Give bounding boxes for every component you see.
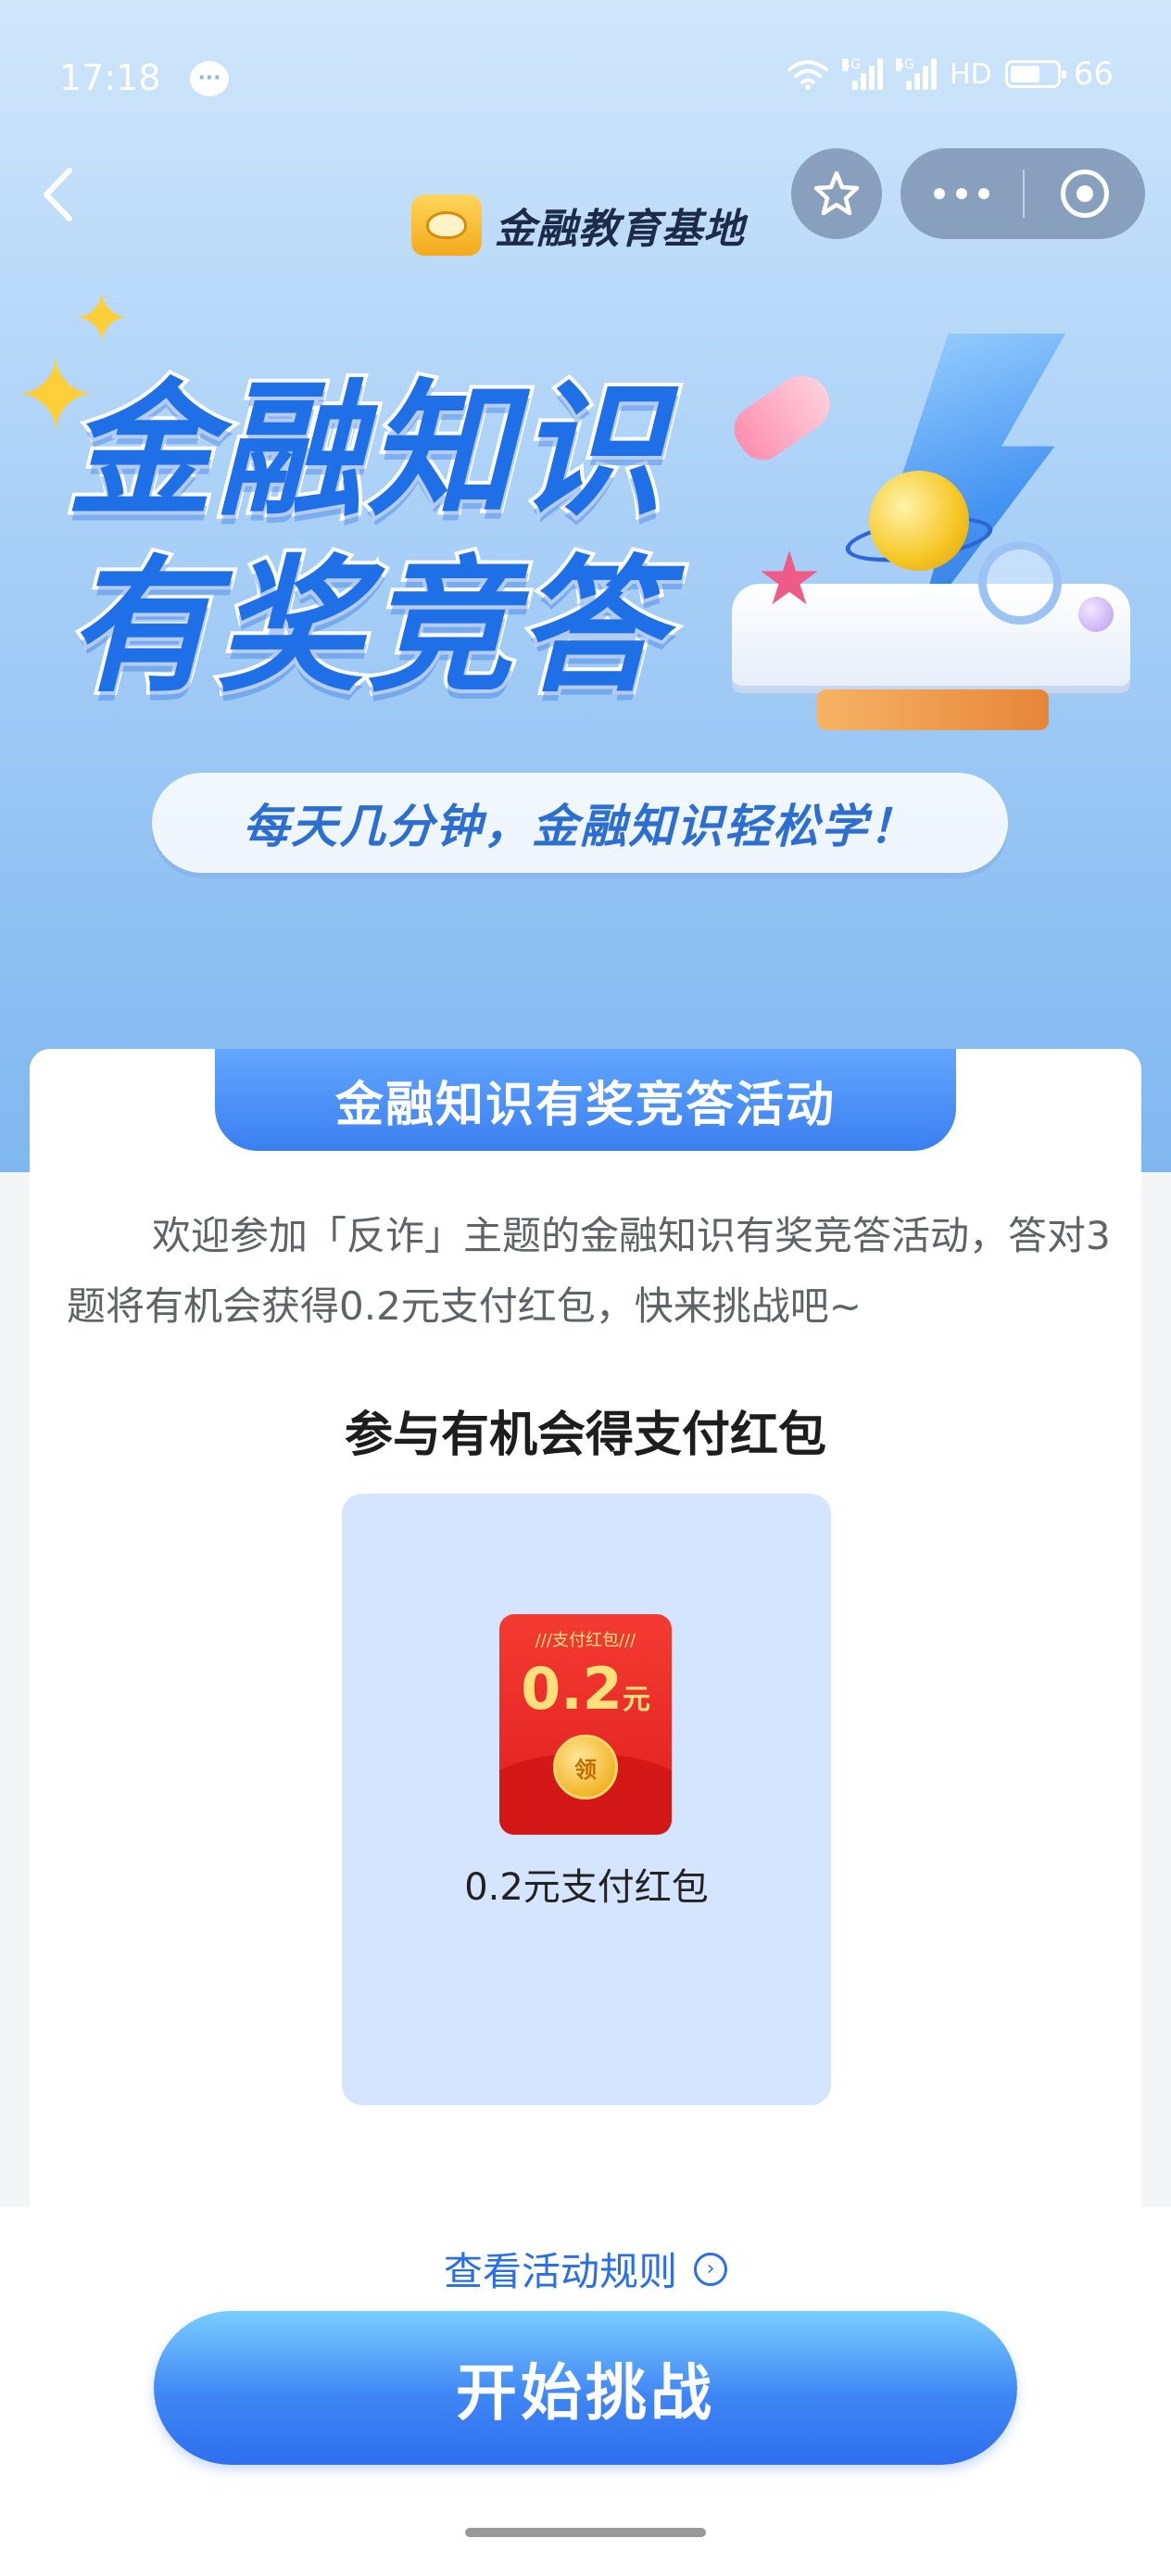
back-chevron-icon[interactable]: [28, 158, 93, 232]
activity-intro: 欢迎参加「反诈」主题的金融知识有奖竞答活动，答对3题将有机会获得0.2元支付红包…: [67, 1213, 1111, 1329]
favorite-button[interactable]: [791, 148, 882, 239]
hero-slogan: 每天几分钟，金融知识轻松学！: [152, 773, 1008, 873]
battery-level: 66: [1073, 56, 1114, 93]
signal-icon: 5G: [896, 57, 938, 90]
rocket-illustration: [724, 364, 841, 470]
status-indicators: 4G 5G HD 66: [787, 56, 1114, 93]
start-challenge-button[interactable]: 开始挑战: [154, 2311, 1017, 2465]
signal-2-label: 5G: [896, 57, 914, 72]
activity-card: 金融知识有奖竞答活动 欢迎参加「反诈」主题的金融知识有奖竞答活动，答对3题将有机…: [30, 1049, 1141, 2207]
star-icon: [813, 170, 860, 216]
bottom-bar: 查看活动规则 › 开始挑战: [0, 2207, 1171, 2576]
brand-logo-icon: [411, 195, 482, 256]
more-dots-icon[interactable]: [900, 148, 1023, 239]
lightbulb-illustration: [869, 471, 969, 571]
brand: 金融教育基地: [411, 195, 745, 256]
red-packet-amount: 0.2元: [521, 1655, 650, 1723]
miniapp-capsule: [900, 148, 1145, 239]
hero-title-line2: 有奖竞答: [63, 542, 667, 713]
red-packet-icon: ///支付红包/// 0.2元 领: [499, 1614, 672, 1835]
prize-label: 0.2元支付红包: [464, 1866, 709, 1909]
magnifier-illustration: [978, 541, 1062, 625]
open-book-illustration: [732, 584, 1130, 686]
home-indicator[interactable]: [465, 2528, 706, 2537]
book-stack-illustration: [817, 689, 1049, 730]
hd-label: HD: [950, 57, 992, 91]
prize-box: ///支付红包/// 0.2元 领 0.2元支付红包: [342, 1494, 831, 2105]
prize-section-title: 参与有机会得支付红包: [344, 1408, 826, 1463]
chevron-right-circle-icon: ›: [694, 2252, 727, 2286]
battery-icon: [1004, 60, 1066, 88]
orb-illustration: [1078, 597, 1114, 632]
rules-link[interactable]: 查看活动规则 ›: [0, 2241, 1171, 2297]
status-time: 17:18: [59, 57, 161, 98]
card-banner-title: 金融知识有奖竞答活动: [215, 1049, 956, 1151]
close-target-icon[interactable]: [1025, 148, 1145, 239]
signal-1-label: 4G: [842, 57, 861, 72]
red-packet-header: ///支付红包///: [535, 1631, 636, 1650]
hero-title-line1: 金融知识: [63, 366, 667, 537]
status-bar: 17:18 ··· 4G 5G HD 66: [0, 0, 1171, 158]
signal-icon: 4G: [842, 57, 884, 90]
wifi-icon: [787, 60, 829, 90]
rules-link-label: 查看活动规则: [443, 2249, 677, 2294]
message-icon: ···: [190, 61, 229, 96]
brand-name: 金融教育基地: [495, 206, 745, 253]
hero-banner: 17:18 ··· 4G 5G HD 66 金融教育基地 ✦ ✦ 金融知识 有奖…: [0, 0, 1171, 1172]
red-packet-coin: 领: [553, 1735, 618, 1799]
